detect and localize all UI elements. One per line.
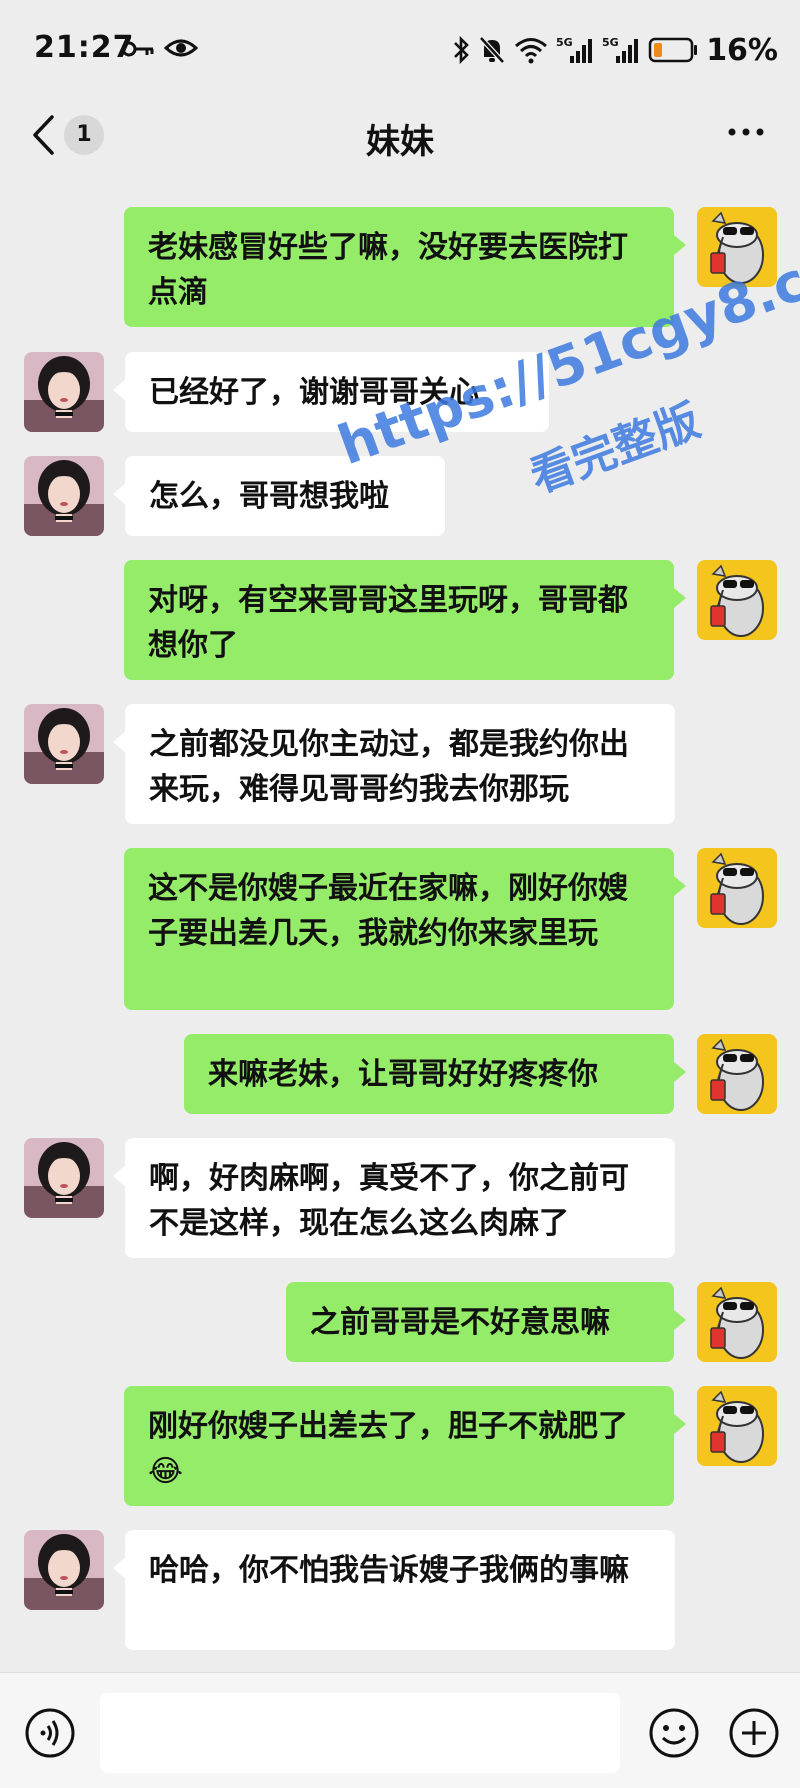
chat-header: 1 妹妹 xyxy=(0,100,800,185)
more-dots-icon[interactable] xyxy=(726,122,766,142)
status-bar: 21:27 5G 5G 16% xyxy=(0,0,800,100)
battery-percent: 16% xyxy=(706,32,778,68)
message-bubble[interactable]: 老妹感冒好些了嘛，没好要去医院打点滴 xyxy=(124,207,686,327)
avatar[interactable] xyxy=(24,1530,104,1610)
message-bubble[interactable]: 哈哈，你不怕我告诉嫂子我俩的事嘛 xyxy=(113,1530,675,1650)
battery-icon xyxy=(648,37,698,63)
input-bar xyxy=(0,1672,800,1788)
chat-title: 妹妹 xyxy=(366,122,434,162)
voice-icon[interactable] xyxy=(24,1707,76,1759)
avatar[interactable] xyxy=(697,848,777,928)
message-bubble[interactable]: 之前哥哥是不好意思嘛 xyxy=(286,1282,686,1362)
bluetooth-icon xyxy=(454,35,470,65)
message-bubble[interactable]: 啊，好肉麻啊，真受不了，你之前可不是这样，现在怎么这么肉麻了 xyxy=(113,1138,675,1258)
status-icons: 5G 5G 16% xyxy=(452,30,778,70)
signal-icon-2: 5G xyxy=(602,36,639,63)
avatar[interactable] xyxy=(697,1282,777,1362)
key-icon xyxy=(122,41,154,57)
avatar[interactable] xyxy=(697,1034,777,1114)
emoji-icon[interactable] xyxy=(648,1707,700,1759)
avatar[interactable] xyxy=(24,1138,104,1218)
avatar[interactable] xyxy=(24,352,104,432)
avatar[interactable] xyxy=(24,456,104,536)
message-bubble[interactable]: 刚好你嫂子出差去了，胆子不就肥了😂 xyxy=(124,1386,686,1506)
avatar[interactable] xyxy=(697,1386,777,1466)
avatar[interactable] xyxy=(24,704,104,784)
message-bubble[interactable]: 对呀，有空来哥哥这里玩呀，哥哥都想你了 xyxy=(124,560,686,680)
signal-icon: 5G xyxy=(556,36,593,63)
message-bubble[interactable]: 来嘛老妹，让哥哥好好疼疼你 xyxy=(184,1034,686,1114)
clock: 21:27 xyxy=(34,30,135,65)
message-bubble[interactable]: 怎么，哥哥想我啦 xyxy=(113,456,445,536)
message-input[interactable] xyxy=(100,1693,620,1773)
network-label-1: 5G xyxy=(556,36,573,49)
plus-icon[interactable] xyxy=(728,1707,780,1759)
wifi-icon xyxy=(515,38,548,64)
message-bubble[interactable]: 这不是你嫂子最近在家嘛，刚好你嫂子要出差几天，我就约你来家里玩 xyxy=(124,848,686,1010)
network-label-2: 5G xyxy=(602,36,619,49)
bell-off-icon xyxy=(479,36,506,64)
message-bubble[interactable]: 之前都没见你主动过，都是我约你出来玩，难得见哥哥约我去你那玩 xyxy=(113,704,675,824)
eye-icon xyxy=(164,39,198,57)
avatar[interactable] xyxy=(697,560,777,640)
